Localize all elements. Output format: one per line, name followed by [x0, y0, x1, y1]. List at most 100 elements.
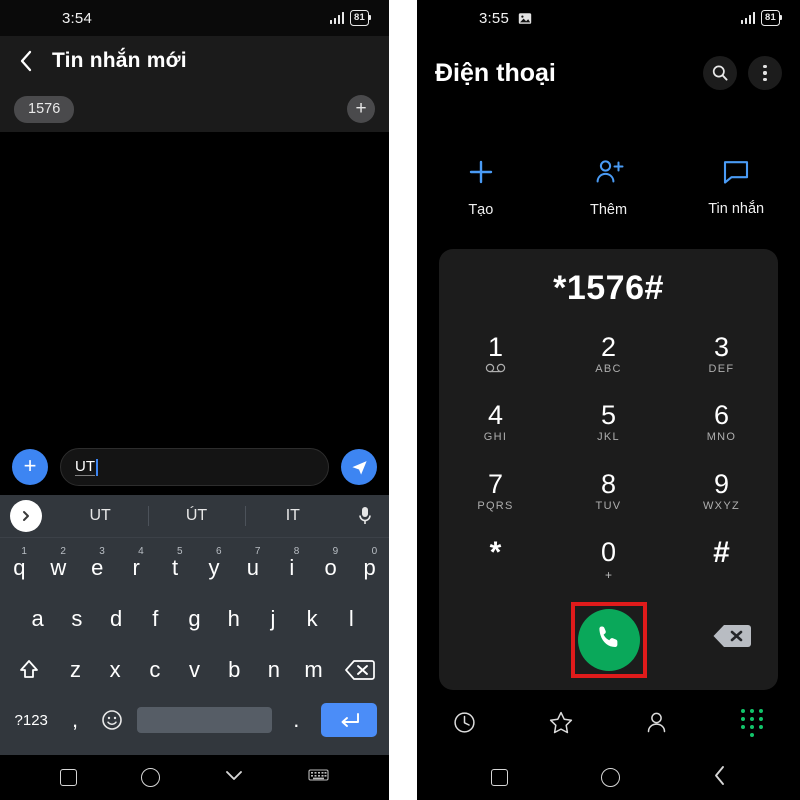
dial-key-2[interactable]: 2 ABC	[552, 320, 665, 389]
back-chevron-icon[interactable]	[713, 765, 726, 791]
period-key[interactable]: .	[278, 695, 315, 745]
keyboard-icon[interactable]	[308, 768, 329, 787]
dial-key-star[interactable]: *	[439, 526, 552, 595]
messaging-app-panel: 3:54 81 Tin nhắn mới 1576 + + UT UT ÚT I…	[0, 0, 389, 800]
dial-key-9[interactable]: 9 WXYZ	[665, 457, 778, 526]
dial-key-0[interactable]: 0 +	[552, 526, 665, 595]
chevron-down-icon[interactable]	[224, 769, 244, 787]
signal-bars-icon	[329, 12, 345, 24]
dial-key-digit: 3	[713, 331, 730, 362]
key-t[interactable]: 5t	[156, 542, 195, 593]
status-bar-right: 3:55 81	[417, 0, 800, 36]
dial-key-letters: TUV	[595, 499, 622, 512]
square-recents-icon[interactable]	[60, 769, 77, 786]
key-s[interactable]: s	[57, 593, 96, 644]
recipient-chip[interactable]: 1576	[14, 95, 75, 123]
page-title: Điện thoại	[435, 58, 556, 87]
key-label: e	[91, 554, 104, 580]
dial-key-4[interactable]: 4 GHI	[439, 389, 552, 458]
message-bubble-icon	[722, 158, 750, 190]
search-icon[interactable]	[703, 56, 737, 90]
call-button[interactable]	[577, 609, 640, 671]
tab-keypad[interactable]	[704, 708, 800, 737]
tab-contacts[interactable]	[609, 710, 705, 735]
enter-return-icon[interactable]	[320, 703, 377, 737]
key-label: p	[363, 554, 376, 580]
key-num: 7	[254, 546, 261, 557]
key-f[interactable]: f	[136, 593, 175, 644]
key-z[interactable]: z	[56, 644, 96, 695]
key-e[interactable]: 3e	[78, 542, 117, 593]
tab-recents[interactable]	[417, 710, 513, 735]
quick-action-message[interactable]: Tin nhắn	[672, 158, 800, 217]
suggestion-1[interactable]: UT	[52, 507, 148, 525]
dial-key-8[interactable]: 8 TUV	[552, 457, 665, 526]
circle-home-icon[interactable]	[600, 768, 620, 787]
key-num: 9	[332, 546, 339, 557]
key-label: u	[246, 554, 259, 580]
call-button-highlight-box	[570, 602, 647, 678]
system-navbar-right	[417, 755, 800, 800]
key-w[interactable]: 2w	[39, 542, 78, 593]
key-num: 1	[21, 546, 27, 557]
shift-arrow-icon[interactable]	[2, 644, 56, 695]
emoji-smiley-icon[interactable]	[94, 695, 131, 745]
key-m[interactable]: m	[294, 644, 334, 695]
key-o[interactable]: 9o	[311, 542, 350, 593]
key-a[interactable]: a	[18, 593, 57, 644]
expand-suggestions-chevron-icon[interactable]	[10, 500, 42, 532]
quick-action-create[interactable]: Tạo	[417, 158, 545, 218]
dial-key-1[interactable]: 1	[439, 320, 552, 389]
on-screen-keyboard: UT ÚT IT 1q 2w 3e 4r 5t 6 y 7 u 8 i 9 o …	[0, 495, 389, 755]
quick-action-label: Tạo	[468, 202, 494, 218]
message-input[interactable]: UT	[60, 448, 329, 486]
key-x[interactable]: x	[95, 644, 135, 695]
key-n[interactable]: n	[254, 644, 294, 695]
dialer-backspace-icon[interactable]	[712, 622, 752, 655]
add-recipient-button[interactable]: +	[347, 95, 375, 123]
key-v[interactable]: v	[175, 644, 215, 695]
quick-action-add[interactable]: Thêm	[545, 158, 673, 218]
key-u[interactable]: 7u	[233, 542, 272, 593]
send-icon[interactable]	[341, 449, 377, 485]
dial-key-hash[interactable]: #	[665, 526, 778, 595]
space-key[interactable]	[137, 707, 272, 733]
keypad-row-3: 7 PQRS 8 TUV 9 WXYZ	[439, 457, 778, 526]
dial-key-digit: *	[489, 535, 502, 569]
attach-button[interactable]: +	[12, 449, 48, 485]
key-q[interactable]: 1q	[0, 542, 39, 593]
key-h[interactable]: h	[214, 593, 253, 644]
backspace-icon[interactable]	[333, 644, 387, 695]
dial-key-6[interactable]: 6 MNO	[665, 389, 778, 458]
dial-key-7[interactable]: 7 PQRS	[439, 457, 552, 526]
key-b[interactable]: b	[214, 644, 254, 695]
new-message-header: Tin nhắn mới	[0, 36, 389, 86]
key-num: 0	[371, 546, 378, 557]
dial-key-plus: +	[604, 568, 612, 583]
key-num: 3	[99, 546, 105, 557]
suggestion-2[interactable]: ÚT	[148, 507, 244, 525]
dial-key-3[interactable]: 3 DEF	[665, 320, 778, 389]
key-p[interactable]: 0p	[350, 542, 389, 593]
key-r[interactable]: 4r	[117, 542, 156, 593]
tab-favorites[interactable]	[513, 710, 609, 735]
key-g[interactable]: g	[175, 593, 214, 644]
more-vertical-icon[interactable]	[748, 56, 782, 90]
back-chevron-icon[interactable]	[0, 49, 52, 73]
dialed-number-display[interactable]: *1576#	[439, 249, 778, 320]
square-recents-icon[interactable]	[491, 769, 509, 786]
key-d[interactable]: d	[96, 593, 135, 644]
key-l[interactable]: l	[332, 593, 371, 644]
key-c[interactable]: c	[135, 644, 175, 695]
key-y[interactable]: 6y	[195, 542, 234, 593]
key-i[interactable]: 8i	[272, 542, 311, 593]
key-j[interactable]: j	[253, 593, 292, 644]
circle-home-icon[interactable]	[141, 768, 160, 787]
suggestion-3[interactable]: IT	[245, 507, 341, 525]
symbols-key[interactable]: ?123	[6, 695, 56, 745]
comma-key[interactable]: ,	[56, 695, 93, 745]
dial-key-digit: 8	[600, 468, 617, 499]
microphone-icon[interactable]	[341, 505, 389, 527]
key-k[interactable]: k	[293, 593, 332, 644]
dial-key-5[interactable]: 5 JKL	[552, 389, 665, 458]
